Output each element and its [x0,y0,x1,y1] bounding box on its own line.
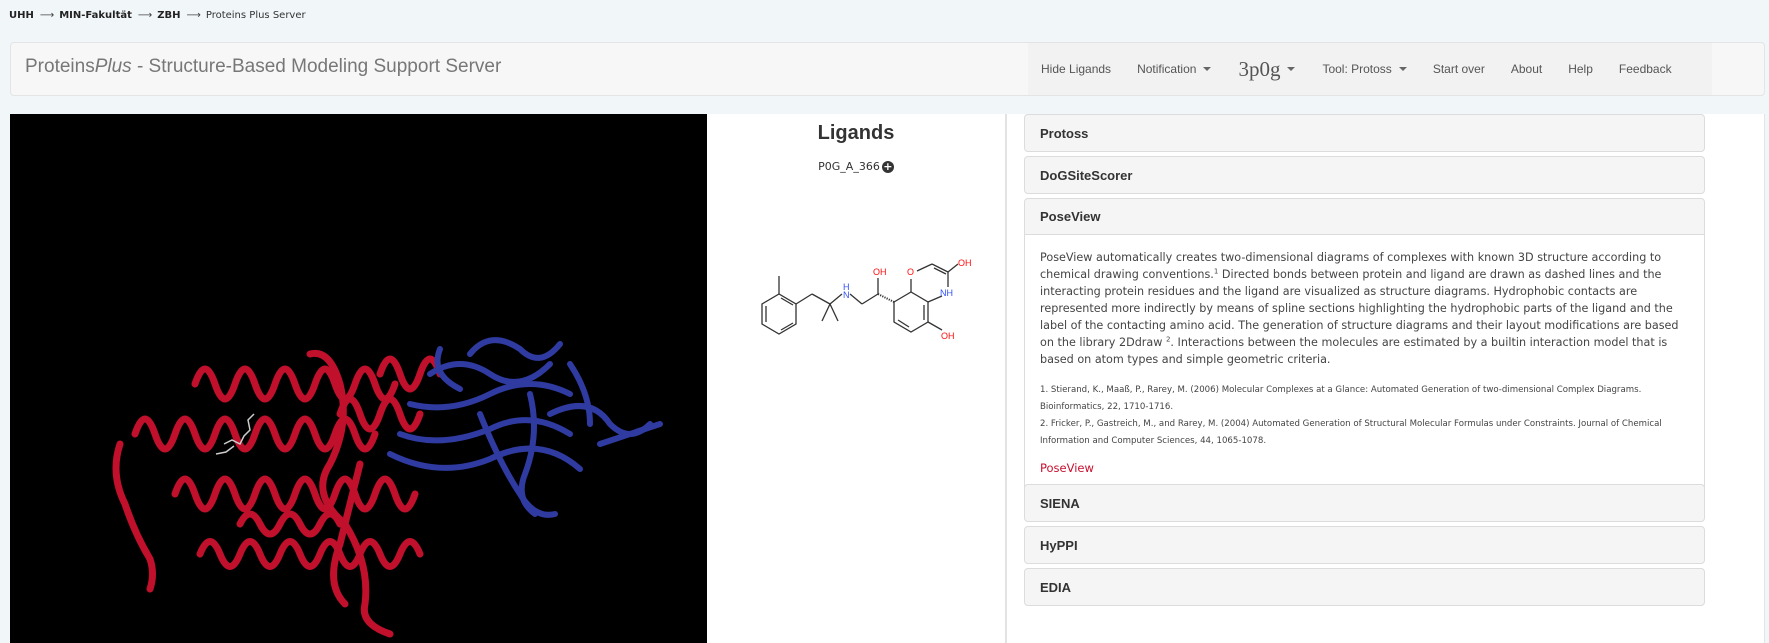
atom-label-o: O [907,267,914,277]
nav-help-label: Help [1568,62,1593,76]
chain-a-helices [112,349,444,638]
ligands-title: Ligands [817,122,895,144]
chain-b-sheets [387,337,663,518]
breadcrumb-current: Proteins Plus Server [205,10,306,21]
breadcrumb-separator: ⟶ [186,10,201,21]
panel-heading-dogsitescorer[interactable]: DoGSiteScorer [1025,157,1704,193]
header-bar: ProteinsPlus - Structure-Based Modeling … [10,42,1765,96]
nav-tool-dropdown[interactable]: Tool: Protoss [1309,62,1419,76]
breadcrumb-separator: ⟶ [137,10,152,21]
panel-protoss: Protoss [1024,114,1705,152]
poseview-description: PoseView automatically creates two-dimen… [1040,249,1689,368]
protein-ribbon-render [112,337,663,638]
poseview-body: PoseView automatically creates two-dimen… [1025,235,1704,491]
caret-down-icon [1287,67,1296,71]
ligands-panel: Ligands P0G_A_366 + OH O OH NH H N OH [707,114,1007,643]
atom-label-oh: OH [958,258,972,268]
caret-down-icon [1398,67,1407,71]
ligand-2d-structure: OH O OH NH H N OH [761,258,972,341]
atom-label-n: N [843,290,850,300]
nav-start-over-label: Start over [1432,62,1485,76]
nav-feedback-label: Feedback [1618,62,1672,76]
nav-pdb-label: 3p0g [1238,56,1281,81]
panel-heading-hyppi[interactable]: HyPPI [1025,527,1704,563]
brand-prefix: Proteins [25,56,95,77]
nav-about[interactable]: About [1498,62,1555,76]
breadcrumb: UHH ⟶ MIN-Fakultät ⟶ ZBH ⟶ Proteins Plus… [9,10,306,21]
nav-feedback[interactable]: Feedback [1606,62,1685,76]
brand-italic: Plus [94,56,132,77]
nav-start-over[interactable]: Start over [1420,62,1498,76]
ligand-id-label: P0G_A_366 [818,160,880,173]
panel-siena: SIENA [1024,484,1705,522]
references-list: 1. Stierand, K., Maaß, P., Rarey, M. (20… [1040,382,1689,450]
nav-about-label: About [1510,62,1543,76]
plus-circle-icon[interactable]: + [881,160,894,173]
caret-down-icon [1203,67,1212,71]
molecule-3d-viewer[interactable] [10,114,707,643]
brand-title[interactable]: ProteinsPlus - Structure-Based Modeling … [25,56,501,78]
panel-heading-poseview[interactable]: PoseView [1025,199,1704,235]
breadcrumb-min-fakultaet[interactable]: MIN-Fakultät [59,10,132,21]
nav-pdb-dropdown[interactable]: 3p0g [1224,57,1309,82]
nav-notification-label: Notification [1137,62,1197,76]
ligand-item[interactable]: P0G_A_366 + [707,160,1005,173]
panel-heading-edia[interactable]: EDIA [1025,569,1704,605]
panel-heading-siena[interactable]: SIENA [1025,485,1704,521]
breadcrumb-separator: ⟶ [39,10,54,21]
ligand-atom-labels: OH O OH NH H N OH [843,258,972,341]
reference-item: 2. Fricker, P., Gastreich, M., and Rarey… [1040,419,1662,446]
breadcrumb-uhh[interactable]: UHH [9,10,34,21]
atom-label-nh: NH [940,288,953,298]
atom-label-oh: OH [873,267,887,277]
panel-dogsitescorer: DoGSiteScorer [1024,156,1705,194]
tools-accordion: Protoss DoGSiteScorer PoseView PoseView … [1007,114,1765,643]
nav-hide-ligands-label: Hide Ligands [1041,62,1112,76]
panel-hyppi: HyPPI [1024,526,1705,564]
nav-help[interactable]: Help [1555,62,1606,76]
nav-notification-dropdown[interactable]: Notification [1124,62,1224,76]
main-nav: Hide Ligands Notification 3p0g Tool: Pro… [1028,43,1712,95]
nav-hide-ligands[interactable]: Hide Ligands [1028,62,1124,76]
panel-heading-protoss[interactable]: Protoss [1025,115,1704,151]
panel-poseview: PoseView PoseView automatically creates … [1024,198,1705,492]
brand-suffix: - Structure-Based Modeling Support Serve… [131,56,502,77]
reference-item: 1. Stierand, K., Maaß, P., Rarey, M. (20… [1040,385,1642,412]
panel-edia: EDIA [1024,568,1705,606]
ligand-bonds [761,263,959,335]
nav-tool-label: Tool: Protoss [1322,62,1392,76]
poseview-link[interactable]: PoseView [1040,460,1094,477]
breadcrumb-zbh[interactable]: ZBH [157,10,180,21]
atom-label-oh: OH [941,331,955,341]
